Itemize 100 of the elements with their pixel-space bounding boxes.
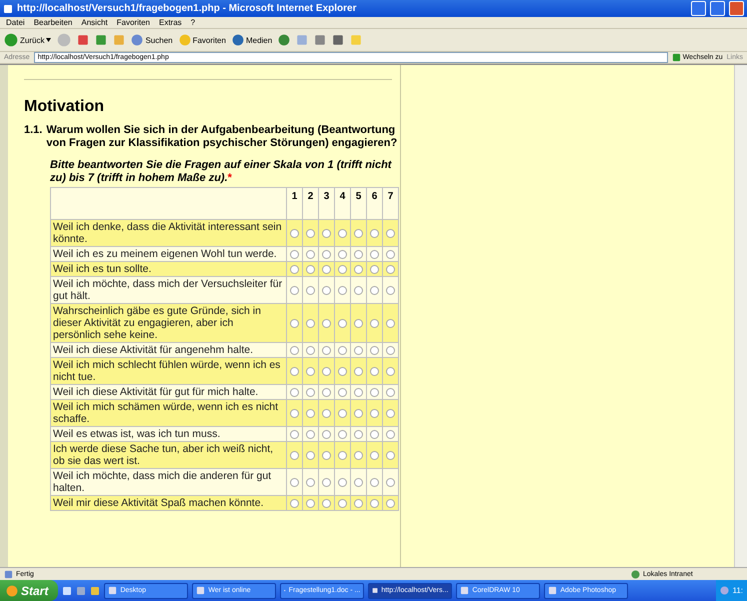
radio-button[interactable]: [386, 346, 395, 355]
radio-button[interactable]: [322, 408, 331, 418]
radio-button[interactable]: [322, 318, 331, 328]
radio-button[interactable]: [354, 318, 363, 328]
radio-button[interactable]: [338, 408, 347, 418]
radio-button[interactable]: [386, 478, 395, 487]
radio-button[interactable]: [306, 430, 315, 439]
radio-button[interactable]: [306, 388, 315, 397]
radio-button[interactable]: [386, 388, 395, 397]
radio-button[interactable]: [290, 366, 299, 376]
radio-button[interactable]: [386, 408, 395, 418]
start-button[interactable]: Start: [0, 580, 58, 601]
radio-button[interactable]: [290, 250, 299, 259]
radio-button[interactable]: [306, 498, 315, 508]
radio-button[interactable]: [322, 388, 331, 397]
radio-button[interactable]: [386, 264, 395, 274]
radio-button[interactable]: [354, 228, 363, 238]
radio-button[interactable]: [306, 264, 315, 274]
radio-button[interactable]: [290, 346, 299, 355]
radio-button[interactable]: [322, 228, 331, 238]
radio-button[interactable]: [338, 318, 347, 328]
search-button[interactable]: Suchen: [131, 34, 173, 46]
radio-button[interactable]: [322, 498, 331, 508]
radio-button[interactable]: [306, 228, 315, 238]
radio-button[interactable]: [386, 498, 395, 508]
radio-button[interactable]: [322, 264, 331, 274]
radio-button[interactable]: [370, 498, 379, 508]
radio-button[interactable]: [354, 408, 363, 418]
radio-button[interactable]: [386, 286, 395, 295]
close-button[interactable]: [729, 1, 744, 16]
radio-button[interactable]: [354, 366, 363, 376]
radio-button[interactable]: [322, 366, 331, 376]
radio-button[interactable]: [290, 450, 299, 460]
radio-button[interactable]: [290, 264, 299, 274]
radio-button[interactable]: [370, 250, 379, 259]
radio-button[interactable]: [338, 450, 347, 460]
radio-button[interactable]: [338, 478, 347, 487]
radio-button[interactable]: [370, 430, 379, 439]
radio-button[interactable]: [338, 250, 347, 259]
radio-button[interactable]: [322, 478, 331, 487]
radio-button[interactable]: [354, 478, 363, 487]
radio-button[interactable]: [306, 346, 315, 355]
favorites-button[interactable]: Favoriten: [178, 34, 226, 46]
radio-button[interactable]: [290, 388, 299, 397]
radio-button[interactable]: [354, 346, 363, 355]
menu-item[interactable]: ?: [190, 18, 196, 27]
radio-button[interactable]: [290, 478, 299, 487]
radio-button[interactable]: [354, 450, 363, 460]
radio-button[interactable]: [338, 388, 347, 397]
radio-button[interactable]: [290, 286, 299, 295]
radio-button[interactable]: [338, 346, 347, 355]
radio-button[interactable]: [306, 286, 315, 295]
radio-button[interactable]: [370, 478, 379, 487]
radio-button[interactable]: [370, 366, 379, 376]
radio-button[interactable]: [338, 286, 347, 295]
radio-button[interactable]: [306, 318, 315, 328]
radio-button[interactable]: [322, 430, 331, 439]
minimize-button[interactable]: [691, 1, 706, 16]
menu-item[interactable]: Extras: [158, 18, 182, 27]
radio-button[interactable]: [354, 498, 363, 508]
radio-button[interactable]: [290, 430, 299, 439]
maximize-button[interactable]: [710, 1, 725, 16]
radio-button[interactable]: [322, 286, 331, 295]
radio-button[interactable]: [338, 228, 347, 238]
radio-button[interactable]: [338, 264, 347, 274]
radio-button[interactable]: [354, 250, 363, 259]
radio-button[interactable]: [306, 366, 315, 376]
radio-button[interactable]: [370, 318, 379, 328]
radio-button[interactable]: [370, 228, 379, 238]
radio-button[interactable]: [386, 250, 395, 259]
menu-item[interactable]: Bearbeiten: [34, 18, 72, 27]
radio-button[interactable]: [322, 346, 331, 355]
radio-button[interactable]: [386, 430, 395, 439]
media-button[interactable]: Medien: [232, 34, 272, 46]
radio-button[interactable]: [354, 388, 363, 397]
radio-button[interactable]: [370, 286, 379, 295]
radio-button[interactable]: [338, 366, 347, 376]
menu-item[interactable]: Ansicht: [81, 18, 108, 27]
radio-button[interactable]: [338, 430, 347, 439]
radio-button[interactable]: [386, 450, 395, 460]
radio-button[interactable]: [306, 408, 315, 418]
radio-button[interactable]: [370, 450, 379, 460]
radio-button[interactable]: [370, 264, 379, 274]
radio-button[interactable]: [290, 498, 299, 508]
menu-item[interactable]: Favoriten: [116, 18, 150, 27]
radio-button[interactable]: [338, 498, 347, 508]
radio-button[interactable]: [370, 388, 379, 397]
radio-button[interactable]: [386, 366, 395, 376]
radio-button[interactable]: [290, 408, 299, 418]
back-button[interactable]: Zurück: [4, 33, 52, 47]
radio-button[interactable]: [290, 228, 299, 238]
radio-button[interactable]: [306, 450, 315, 460]
radio-button[interactable]: [322, 250, 331, 259]
radio-button[interactable]: [290, 318, 299, 328]
radio-button[interactable]: [306, 250, 315, 259]
radio-button[interactable]: [370, 408, 379, 418]
radio-button[interactable]: [354, 264, 363, 274]
radio-button[interactable]: [306, 478, 315, 487]
radio-button[interactable]: [370, 346, 379, 355]
radio-button[interactable]: [354, 286, 363, 295]
